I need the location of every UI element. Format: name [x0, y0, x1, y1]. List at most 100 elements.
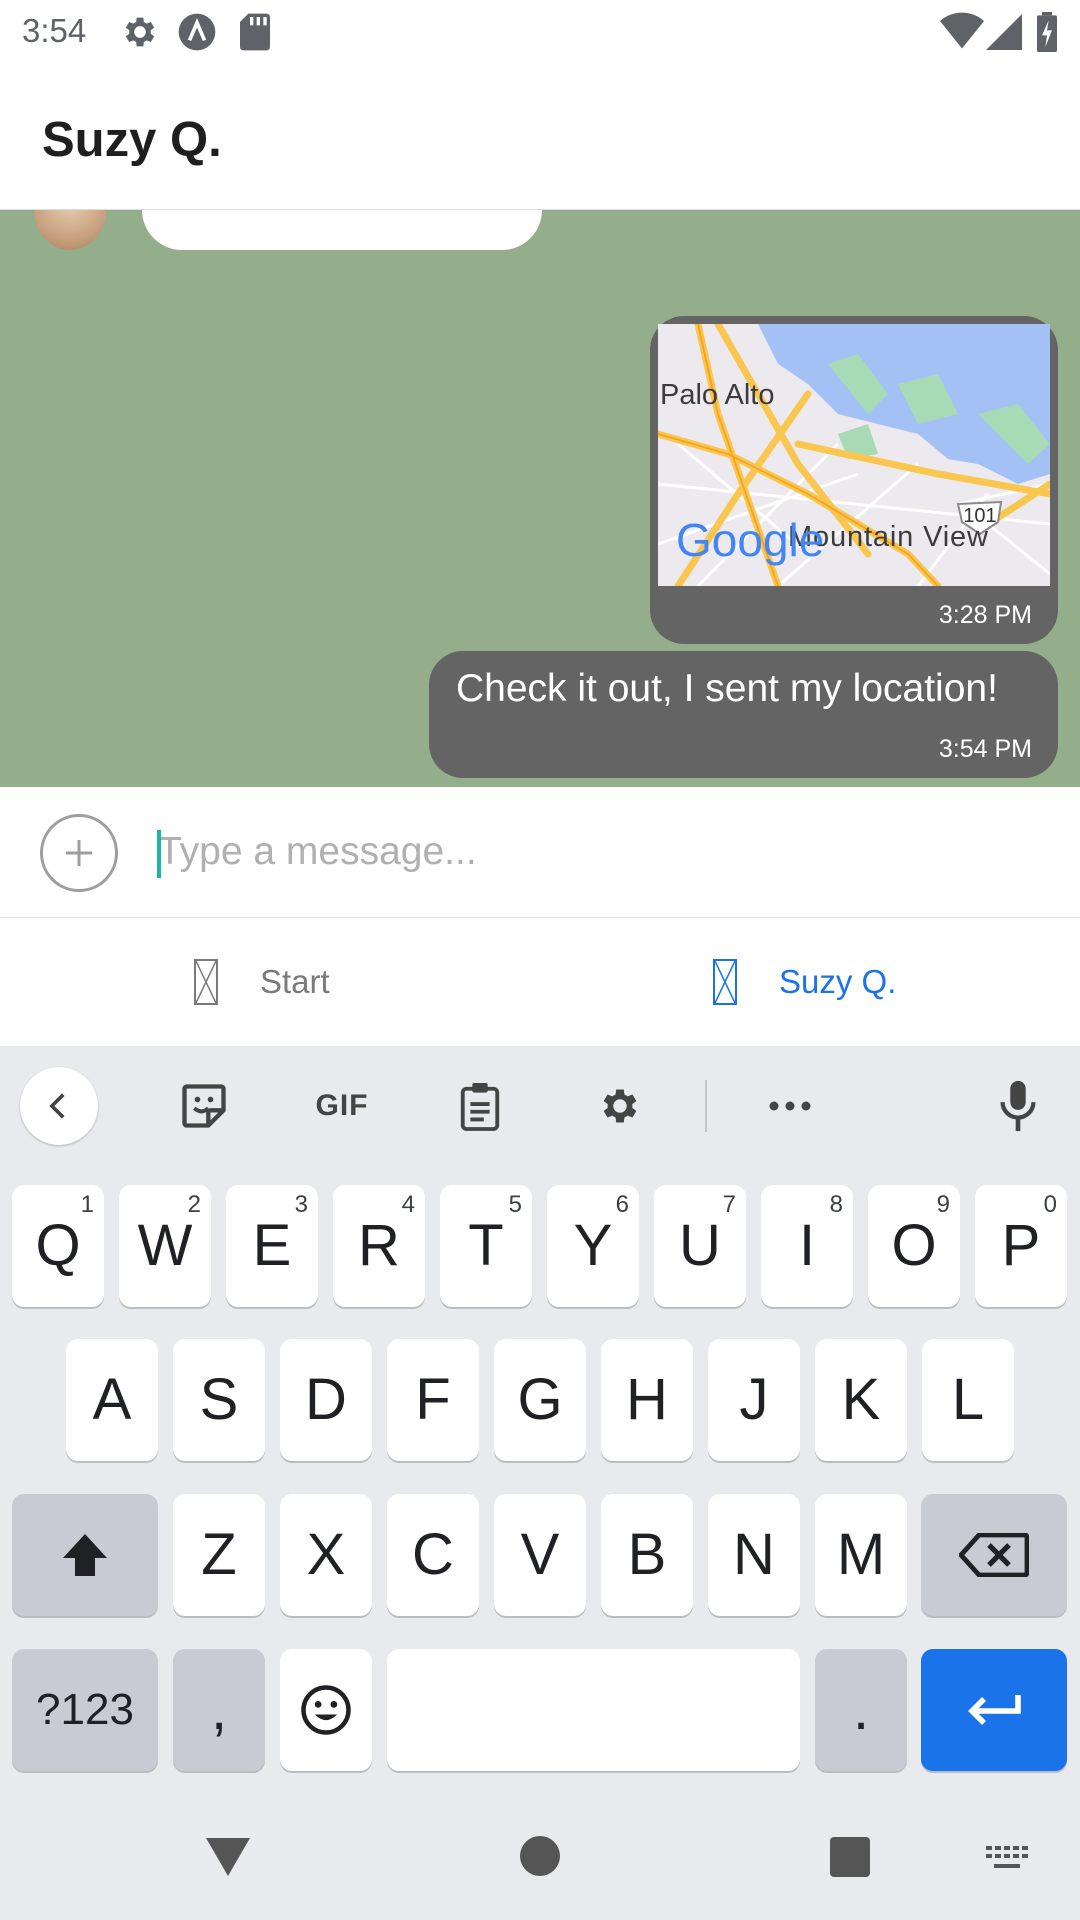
- sd-card-icon: [240, 13, 270, 51]
- key-e[interactable]: E3: [226, 1185, 318, 1307]
- key-label: R: [358, 1213, 400, 1278]
- key-o[interactable]: O9: [868, 1185, 960, 1307]
- key-hint: 7: [722, 1191, 736, 1218]
- key-label: Z: [201, 1522, 237, 1587]
- key-w[interactable]: W2: [119, 1185, 211, 1307]
- key-hint: 2: [187, 1191, 201, 1218]
- key-label: T: [468, 1213, 504, 1278]
- key-z[interactable]: Z: [173, 1494, 265, 1616]
- microphone-icon: [1000, 1080, 1036, 1132]
- keyboard-switch-icon[interactable]: [986, 1846, 1028, 1872]
- key-v[interactable]: V: [494, 1494, 586, 1616]
- key-i[interactable]: I8: [761, 1185, 853, 1307]
- wifi-icon: [940, 12, 984, 49]
- google-logo: Google: [676, 514, 824, 566]
- key-u[interactable]: U7: [654, 1185, 746, 1307]
- tab-suzy-q[interactable]: Suzy Q.: [713, 918, 896, 1046]
- key-hint: 3: [294, 1191, 308, 1218]
- avatar[interactable]: [34, 210, 106, 250]
- key-label: W: [137, 1213, 193, 1278]
- key-hint: 6: [615, 1191, 629, 1218]
- location-map-image[interactable]: 101 Palo Alto Mountain View Google: [658, 324, 1050, 586]
- recents-icon[interactable]: [830, 1837, 870, 1877]
- key-label: V: [520, 1522, 560, 1587]
- key-label: N: [733, 1522, 775, 1587]
- page-title: Suzy Q.: [42, 113, 222, 167]
- key-label: O: [891, 1213, 937, 1278]
- space-key[interactable]: [387, 1649, 800, 1771]
- key-g[interactable]: G: [494, 1339, 586, 1461]
- key-label: K: [841, 1367, 881, 1432]
- signal-icon: [986, 14, 1022, 50]
- system-nav-bar: [0, 1780, 1080, 1920]
- key-s[interactable]: S: [173, 1339, 265, 1461]
- period-key[interactable]: .: [815, 1649, 907, 1771]
- key-j[interactable]: J: [708, 1339, 800, 1461]
- key-label: .: [852, 1677, 870, 1742]
- key-label: Q: [35, 1213, 81, 1278]
- clipboard-button[interactable]: [452, 1068, 508, 1144]
- key-label: I: [798, 1213, 816, 1278]
- missing-glyph-icon: [194, 959, 218, 1005]
- key-p[interactable]: P0: [975, 1185, 1067, 1307]
- key-m[interactable]: M: [815, 1494, 907, 1616]
- sticker-button[interactable]: [172, 1068, 236, 1144]
- home-icon[interactable]: [520, 1836, 560, 1876]
- key-c[interactable]: C: [387, 1494, 479, 1616]
- key-k[interactable]: K: [815, 1339, 907, 1461]
- key-label: J: [739, 1367, 769, 1432]
- shift-key[interactable]: [12, 1494, 158, 1616]
- key-l[interactable]: L: [922, 1339, 1014, 1461]
- key-y[interactable]: Y6: [547, 1185, 639, 1307]
- key-q[interactable]: Q1: [12, 1185, 104, 1307]
- key-d[interactable]: D: [280, 1339, 372, 1461]
- add-attachment-button[interactable]: [40, 814, 118, 892]
- key-label: D: [305, 1367, 347, 1432]
- enter-key[interactable]: [921, 1649, 1067, 1771]
- key-f[interactable]: F: [387, 1339, 479, 1461]
- key-hint: 1: [80, 1191, 94, 1218]
- message-input[interactable]: [158, 817, 1038, 887]
- key-r[interactable]: R4: [333, 1185, 425, 1307]
- message-list[interactable]: 101 Palo Alto Mountain View Google 3:28 …: [0, 210, 1080, 787]
- bottom-tab-bar: Start Suzy Q.: [0, 918, 1080, 1046]
- chevron-left-icon: [49, 1093, 65, 1119]
- location-message-bubble[interactable]: 101 Palo Alto Mountain View Google 3:28 …: [650, 316, 1058, 644]
- settings-icon: [125, 17, 155, 47]
- keyboard-settings-button[interactable]: [590, 1068, 650, 1144]
- key-label: A: [92, 1367, 132, 1432]
- tab-label: Suzy Q.: [779, 963, 897, 1000]
- key-a[interactable]: A: [66, 1339, 158, 1461]
- key-label: S: [199, 1367, 239, 1432]
- symbols-key[interactable]: ?123: [12, 1649, 158, 1771]
- emoji-key[interactable]: [280, 1649, 372, 1771]
- clipboard-icon: [460, 1083, 500, 1131]
- key-t[interactable]: T5: [440, 1185, 532, 1307]
- key-h[interactable]: H: [601, 1339, 693, 1461]
- text-message-bubble[interactable]: Check it out, I sent my location! 3:54 P…: [429, 651, 1058, 778]
- key-label: B: [627, 1522, 667, 1587]
- gif-button[interactable]: GIF: [306, 1068, 378, 1144]
- comma-key[interactable]: ,: [173, 1649, 265, 1771]
- message-text: Check it out, I sent my location!: [456, 667, 998, 710]
- back-button[interactable]: [20, 1067, 98, 1145]
- gif-label: GIF: [315, 1089, 369, 1122]
- key-hint: 5: [508, 1191, 522, 1218]
- shift-icon: [63, 1534, 107, 1576]
- key-label: G: [517, 1367, 563, 1432]
- key-b[interactable]: B: [601, 1494, 693, 1616]
- key-label: X: [306, 1522, 346, 1587]
- message-bubble-partial[interactable]: [142, 210, 542, 250]
- chat-header: Suzy Q.: [0, 64, 1080, 210]
- more-button[interactable]: [762, 1068, 818, 1144]
- key-label: L: [951, 1367, 985, 1432]
- backspace-key[interactable]: [921, 1494, 1067, 1616]
- key-x[interactable]: X: [280, 1494, 372, 1616]
- key-n[interactable]: N: [708, 1494, 800, 1616]
- key-hint: 9: [936, 1191, 950, 1218]
- voice-input-button[interactable]: [990, 1068, 1046, 1144]
- composer-bar: [0, 787, 1080, 918]
- tab-start[interactable]: Start: [194, 918, 330, 1046]
- back-triangle-icon[interactable]: [206, 1838, 250, 1876]
- key-label: F: [415, 1367, 451, 1432]
